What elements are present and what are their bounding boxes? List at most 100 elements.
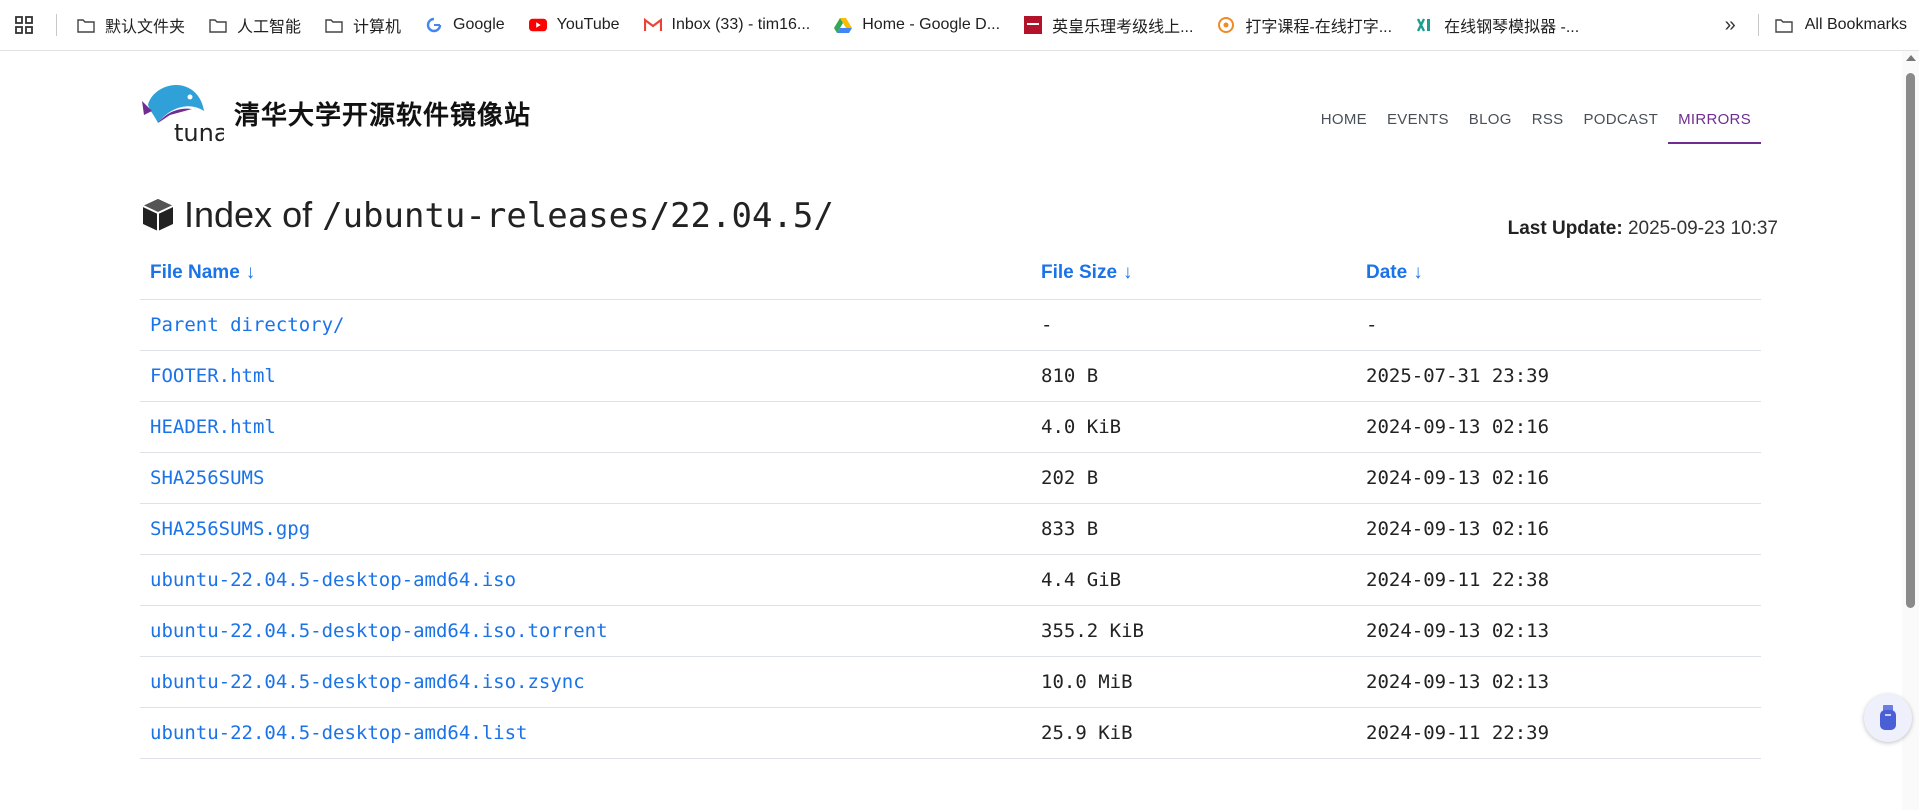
file-date-cell: 2024-09-13 02:13 (1356, 656, 1761, 708)
file-name-cell: ubuntu-22.04.5-desktop-amd64.list (140, 707, 1031, 759)
scroll-up-arrow-icon[interactable] (1906, 55, 1916, 61)
file-link[interactable]: Parent directory/ (150, 314, 344, 336)
file-name-cell: Parent directory/ (140, 299, 1031, 351)
site-brand[interactable]: tuna 清华大学开源软件镜像站 (140, 81, 531, 145)
file-link[interactable]: SHA256SUMS (150, 467, 264, 489)
file-size-cell: 10.0 MiB (1031, 656, 1356, 708)
bookmarks-bar: 默认文件夹 人工智能 计算机 Google YouTube Inbox (33)… (0, 0, 1919, 51)
nav-podcast[interactable]: PODCAST (1573, 99, 1668, 144)
file-link[interactable]: SHA256SUMS.gpg (150, 518, 310, 540)
bookmark-youtube[interactable]: YouTube (519, 9, 630, 41)
bookmark-label: Inbox (33) - tim16... (671, 16, 811, 33)
page-scrollbar[interactable] (1902, 51, 1919, 810)
sort-arrow-down-icon: ↓ (1413, 261, 1423, 283)
bookmark-google[interactable]: Google (415, 9, 515, 41)
google-icon (425, 16, 443, 34)
file-size-cell: 202 B (1031, 452, 1356, 504)
last-update-value: 2025-09-23 10:37 (1627, 218, 1778, 239)
gmail-icon (643, 16, 662, 34)
file-link[interactable]: HEADER.html (150, 416, 276, 438)
file-listing-table: File Name ↓ File Size ↓ Date ↓ Parent direc… (140, 247, 1761, 759)
bookmark-piano[interactable]: 在线钢琴模拟器 -... (1406, 9, 1589, 41)
file-date-cell: - (1356, 299, 1761, 351)
table-row: ubuntu-22.04.5-desktop-amd64.iso.zsync 10… (140, 656, 1761, 708)
all-bookmarks-button[interactable]: All Bookmarks (1775, 16, 1919, 34)
svg-text:tuna: tuna (174, 119, 224, 145)
sort-by-date-header[interactable]: Date ↓ (1356, 247, 1761, 300)
file-size-cell: 355.2 KiB (1031, 605, 1356, 657)
bookmark-folder-default[interactable]: 默认文件夹 (67, 9, 195, 41)
bookmark-label: 在线钢琴模拟器 -... (1444, 19, 1580, 36)
bookmarks-separator (56, 14, 57, 36)
folder-icon (325, 16, 343, 34)
nav-home[interactable]: HOME (1311, 99, 1377, 144)
table-row: ubuntu-22.04.5-desktop-amd64.iso 4.4 GiB 2… (140, 554, 1761, 606)
file-date-cell: 2024-09-13 02:16 (1356, 452, 1761, 504)
table-row: ubuntu-22.04.5-desktop-amd64.list 25.9 Ki… (140, 707, 1761, 759)
folder-icon (77, 16, 95, 34)
page-title: Index of /ubuntu-releases/22.04.5/ (140, 194, 834, 236)
table-row: HEADER.html 4.0 KiB 2024-09-13 02:16 (140, 401, 1761, 453)
index-path: /ubuntu-releases/22.04.5/ (322, 196, 834, 236)
bookmark-label: 人工智能 (237, 19, 302, 36)
bookmark-label: Google (453, 16, 505, 33)
file-name-cell: FOOTER.html (140, 350, 1031, 402)
file-size-cell: 833 B (1031, 503, 1356, 555)
file-date-cell: 2024-09-13 02:13 (1356, 605, 1761, 657)
more-bookmarks-chevron-icon[interactable]: » (1719, 14, 1742, 37)
index-prefix: Index of (184, 194, 313, 235)
bookmark-gmail[interactable]: Inbox (33) - tim16... (634, 9, 821, 41)
main-nav: HOME EVENTS BLOG RSS PODCAST MIRRORS (1311, 99, 1761, 144)
sort-arrow-down-icon: ↓ (245, 261, 256, 283)
file-name-cell: ubuntu-22.04.5-desktop-amd64.iso.torrent (140, 605, 1031, 657)
file-link[interactable]: ubuntu-22.04.5-desktop-amd64.iso.torrent (150, 620, 608, 642)
file-name-cell: ubuntu-22.04.5-desktop-amd64.iso (140, 554, 1031, 606)
bookmark-typing[interactable]: 打字课程-在线打字... (1207, 9, 1402, 41)
file-date-cell: 2025-07-31 23:39 (1356, 350, 1761, 402)
all-bookmarks-label: All Bookmarks (1804, 16, 1907, 33)
apps-grid-icon[interactable] (12, 13, 36, 37)
file-link[interactable]: ubuntu-22.04.5-desktop-amd64.iso (150, 569, 516, 591)
file-name-cell: SHA256SUMS.gpg (140, 503, 1031, 555)
sort-arrow-down-icon: ↓ (1123, 261, 1133, 283)
bookmark-folder-computer[interactable]: 计算机 (315, 9, 411, 41)
floating-extension-button[interactable] (1864, 694, 1912, 742)
table-row: Parent directory/ - - (140, 299, 1761, 351)
file-size-cell: 810 B (1031, 350, 1356, 402)
bookmark-label: Home - Google D... (862, 16, 1001, 33)
bookmark-abrsm[interactable]: 英皇乐理考级线上... (1014, 9, 1203, 41)
sort-by-size-header[interactable]: File Size ↓ (1031, 247, 1356, 300)
nav-blog[interactable]: BLOG (1459, 99, 1522, 144)
file-link[interactable]: FOOTER.html (150, 365, 276, 387)
bookmark-label: 计算机 (353, 19, 402, 36)
sort-by-name-header[interactable]: File Name ↓ (140, 247, 1031, 300)
bookmark-label: 默认文件夹 (105, 19, 186, 36)
file-date-cell: 2024-09-13 02:16 (1356, 401, 1761, 453)
file-link[interactable]: ubuntu-22.04.5-desktop-amd64.iso.zsync (150, 671, 585, 693)
nav-events[interactable]: EVENTS (1377, 99, 1459, 144)
site-navbar: tuna 清华大学开源软件镜像站 HOME EVENTS BLOG RSS PO… (140, 81, 1761, 161)
table-row: SHA256SUMS 202 B 2024-09-13 02:16 (140, 452, 1761, 504)
file-size-cell: - (1031, 299, 1356, 351)
bookmark-folder-ai[interactable]: 人工智能 (199, 9, 311, 41)
nav-rss[interactable]: RSS (1522, 99, 1574, 144)
site-title: 清华大学开源软件镜像站 (234, 100, 532, 131)
last-update: Last Update: 2025-09-23 10:37 (1508, 218, 1778, 240)
file-name-cell: SHA256SUMS (140, 452, 1031, 504)
youtube-icon (528, 16, 547, 34)
file-link[interactable]: ubuntu-22.04.5-desktop-amd64.list (150, 722, 528, 744)
file-name-cell: HEADER.html (140, 401, 1031, 453)
usb-drive-icon (1880, 705, 1896, 730)
nav-mirrors[interactable]: MIRRORS (1668, 99, 1761, 144)
file-date-cell: 2024-09-13 02:16 (1356, 503, 1761, 555)
file-size-cell: 25.9 KiB (1031, 707, 1356, 759)
table-header-row: File Name ↓ File Size ↓ Date ↓ (140, 247, 1761, 300)
folder-icon (209, 16, 227, 34)
folder-icon (1775, 16, 1795, 34)
file-date-cell: 2024-09-11 22:39 (1356, 707, 1761, 759)
bookmark-label: YouTube (556, 16, 620, 33)
table-row: ubuntu-22.04.5-desktop-amd64.iso.torrent… (140, 605, 1761, 657)
scrollbar-thumb[interactable] (1906, 73, 1915, 608)
bookmark-google-drive[interactable]: Home - Google D... (824, 9, 1010, 41)
abrsm-icon (1024, 16, 1043, 34)
